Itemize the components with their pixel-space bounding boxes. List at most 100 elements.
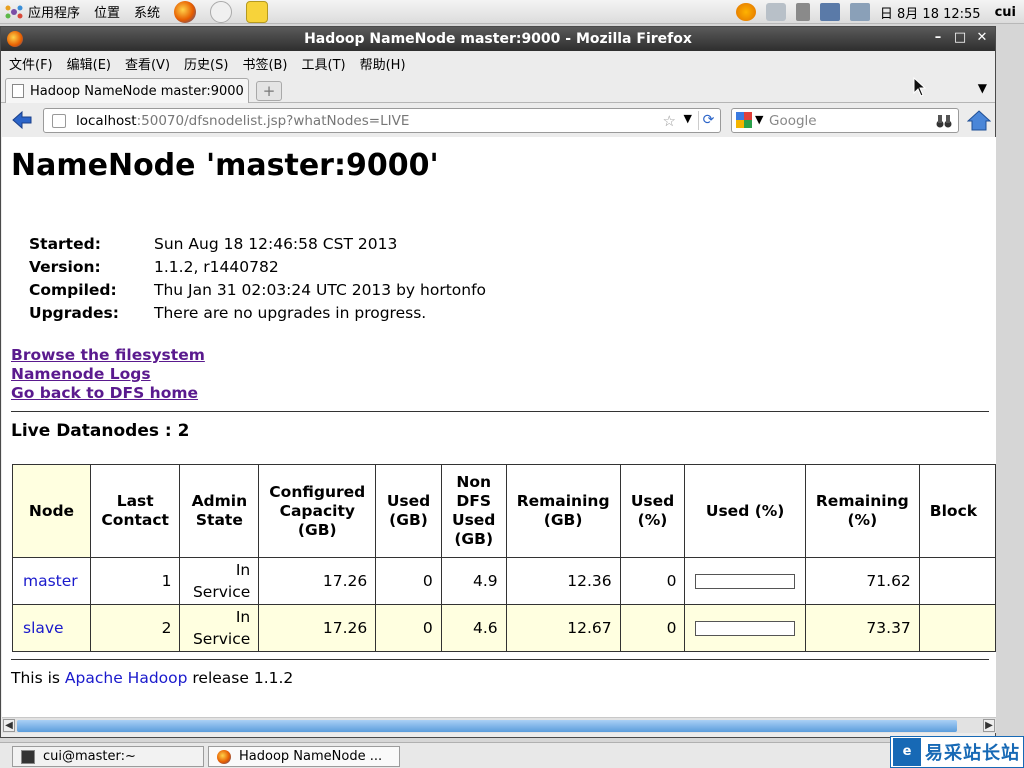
info-label: Compiled: [29,281,117,299]
table-row: master 1 In Service 17.26 0 4.9 12.36 0 … [12,557,996,605]
namenode-logs-link[interactable]: Namenode Logs [11,365,205,384]
col-remaining-gb[interactable]: Remaining (GB) [505,464,621,558]
table-header-row: Node Last Contact Admin State Configured… [12,464,996,558]
panel-menus: 应用程序 位置 系统 [4,0,282,23]
last-contact-cell: 2 [89,604,181,652]
back-arrow-icon[interactable] [11,110,33,130]
browse-filesystem-link[interactable]: Browse the filesystem [11,346,205,365]
menu-view[interactable]: 查看(V) [125,54,170,73]
col-used-pct-bar[interactable]: Used (%) [684,464,806,558]
site-identity-icon[interactable] [52,114,66,128]
volume-icon[interactable] [795,3,810,21]
close-icon[interactable]: ✕ [973,29,991,47]
col-admin-state[interactable]: Admin State [179,464,260,558]
watermark-text: 易采站长站 [925,743,1020,764]
scrollbar-thumb[interactable] [17,720,957,732]
tab-active[interactable]: Hadoop NameNode master:9000 [5,78,249,103]
update-notifier-icon[interactable] [735,3,756,21]
window-titlebar[interactable]: Hadoop NameNode master:9000 - Mozilla Fi… [1,27,995,51]
live-datanodes-heading: Live Datanodes : 2 [11,421,190,441]
battery-icon[interactable] [849,3,870,21]
remaining-cell: 12.36 [505,557,621,605]
col-node[interactable]: Node [12,464,91,558]
info-label: Version: [29,258,101,276]
engine-chevron-down-icon[interactable]: ▼ [755,113,763,126]
system-menu[interactable]: 系统 [134,2,160,21]
applications-menu[interactable]: 应用程序 [28,2,80,21]
info-upgrades: Upgrades: There are no upgrades in progre… [29,304,486,327]
col-remaining-pct[interactable]: Remaining (%) [804,464,920,558]
menu-edit[interactable]: 编辑(E) [67,54,111,73]
maximize-icon[interactable]: □ [951,29,969,47]
admin-state-cell: In Service [179,557,260,605]
url-text[interactable]: localhost:50070/dfsnodelist.jsp?whatNode… [76,113,409,129]
clock[interactable]: 日 8月 18 12:55 [880,3,981,22]
used-cell: 0 [375,557,442,605]
taskbar-item-terminal[interactable]: cui@master:~ [12,746,204,767]
node-link[interactable]: master [23,572,78,590]
scroll-right-icon[interactable]: ▶ [983,719,995,732]
firefox-launcher-icon[interactable] [174,0,197,23]
footer-text: This is [11,669,65,687]
used-bar-cell [684,604,806,652]
menu-history[interactable]: 历史(S) [184,54,228,73]
menu-bookmarks[interactable]: 书签(B) [242,54,287,73]
reload-icon[interactable]: ⟳ [698,111,718,130]
minimize-icon[interactable]: – [929,29,947,47]
info-value: 1.1.2, r1440782 [154,258,279,276]
scroll-left-icon[interactable]: ◀ [3,719,15,732]
binoculars-icon[interactable] [936,113,952,129]
horizontal-scrollbar[interactable]: ◀ ▶ [2,717,996,733]
places-menu[interactable]: 位置 [94,2,120,21]
node-link[interactable]: slave [23,619,64,637]
non-dfs-cell: 4.9 [440,557,507,605]
mail-launcher-icon[interactable] [210,0,233,23]
col-used-gb[interactable]: Used (GB) [375,464,442,558]
apache-hadoop-link[interactable]: Apache Hadoop [65,669,188,687]
used-cell: 0 [375,604,442,652]
menu-help[interactable]: 帮助(H) [360,54,406,73]
col-last-contact[interactable]: Last Contact [89,464,181,558]
taskbar-label: cui@master:~ [43,749,136,764]
google-engine-icon[interactable] [736,112,752,128]
info-value: There are no upgrades in progress. [154,304,427,322]
notes-launcher-icon[interactable] [246,0,269,23]
footer: This is Apache Hadoop release 1.1.2 [11,669,293,687]
tab-bar: Hadoop NameNode master:9000 + ▼ [1,75,995,103]
menu-tools[interactable]: 工具(T) [302,54,346,73]
network-icon[interactable] [765,3,786,21]
url-history-chevron-down-icon[interactable]: ▼ [684,112,692,125]
remaining-pct-cell: 71.62 [804,557,920,605]
non-dfs-cell: 4.6 [440,604,507,652]
dfs-home-link[interactable]: Go back to DFS home [11,384,205,403]
navigation-bar: localhost:50070/dfsnodelist.jsp?whatNode… [1,103,995,137]
watermark-logo: e 易采站长站 [890,736,1024,768]
mouse-cursor-icon [913,77,927,97]
col-non-dfs-used[interactable]: Non DFS Used (GB) [440,464,507,558]
divider [11,659,989,660]
display-icon[interactable] [819,3,840,21]
home-icon[interactable] [967,109,991,131]
divider [11,411,989,412]
firefox-window: Hadoop NameNode master:9000 - Mozilla Fi… [0,26,996,738]
bookmark-star-icon[interactable]: ☆ [663,112,676,130]
user-name[interactable]: cui [995,5,1016,20]
bottom-taskbar: cui@master:~ Hadoop NameNode ... [0,742,1024,768]
taskbar-item-firefox[interactable]: Hadoop NameNode ... [208,746,400,767]
tab-list-chevron-down-icon[interactable]: ▼ [978,81,987,95]
node-cell: slave [12,604,91,652]
blocks-cell [918,557,996,605]
menu-file[interactable]: 文件(F) [9,54,53,73]
last-contact-cell: 1 [89,557,181,605]
used-pct-cell: 0 [619,557,686,605]
col-configured-capacity[interactable]: Configured Capacity (GB) [258,464,377,558]
info-value: Thu Jan 31 02:03:24 UTC 2013 by hortonfo [154,281,487,299]
new-tab-button[interactable]: + [256,81,282,101]
footer-release: release 1.1.2 [187,669,294,687]
admin-state-cell: In Service [179,604,260,652]
col-used-pct[interactable]: Used (%) [619,464,686,558]
search-placeholder: Google [769,113,817,129]
search-box[interactable]: ▼ Google [731,108,959,133]
col-blocks[interactable]: Block [918,464,996,558]
url-bar[interactable]: localhost:50070/dfsnodelist.jsp?whatNode… [43,108,721,133]
